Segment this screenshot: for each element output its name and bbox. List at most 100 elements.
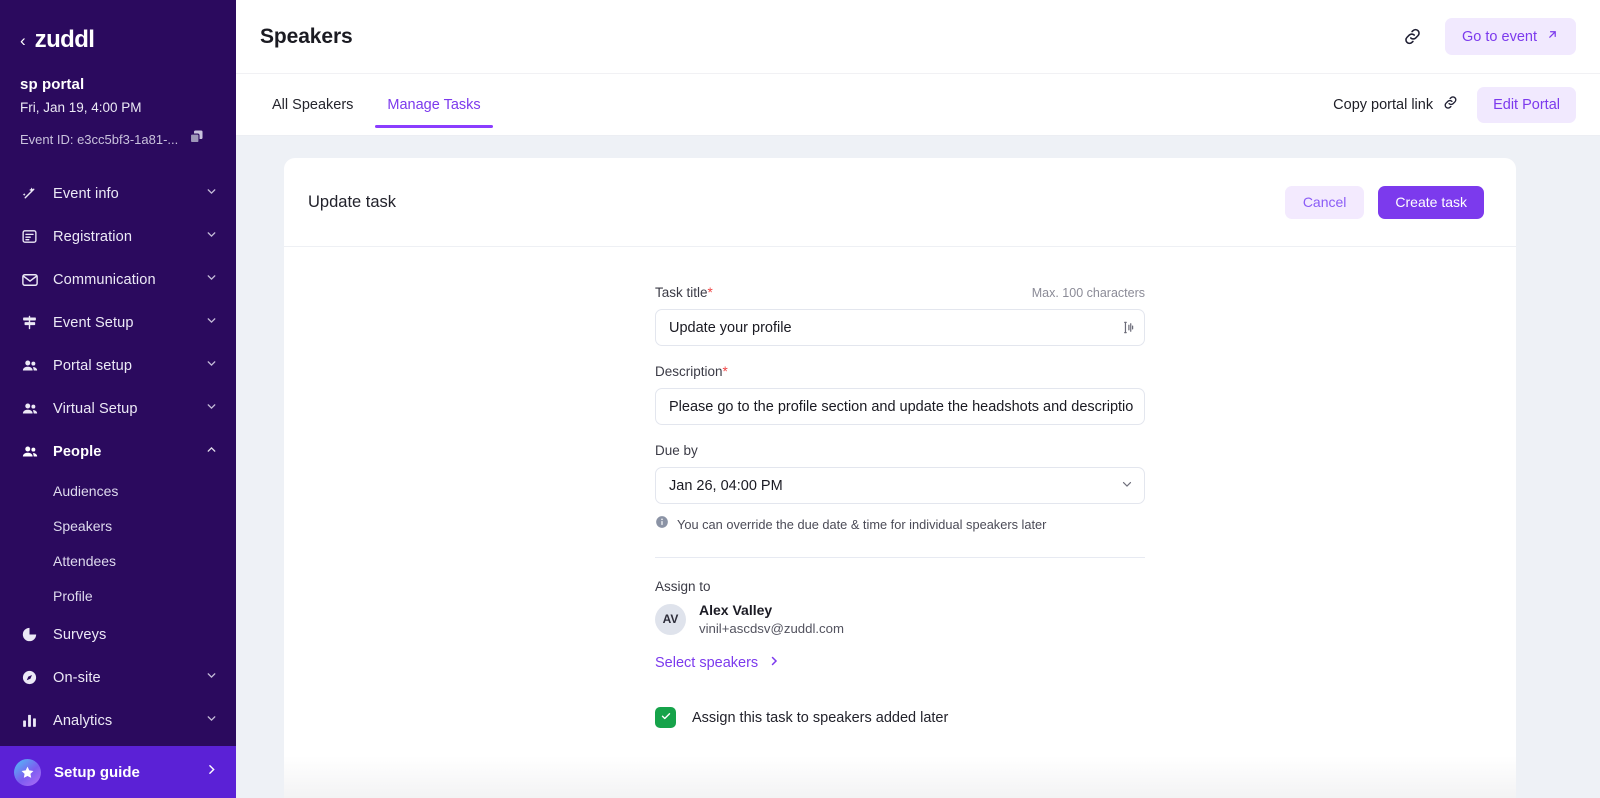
tab-label: All Speakers	[272, 96, 354, 113]
task-title-input[interactable]: Update your profile	[655, 309, 1145, 346]
task-title-label-row: Task title * Max. 100 characters	[655, 285, 1145, 300]
due-by-help-text: You can override the due date & time for…	[677, 517, 1047, 532]
event-summary: sp portal Fri, Jan 19, 4:00 PM Event ID:…	[0, 54, 236, 150]
select-speakers-label: Select speakers	[655, 655, 759, 671]
copy-icon[interactable]	[188, 128, 205, 150]
chevron-up-icon[interactable]	[205, 443, 218, 461]
sidebar-item-label: Communication	[53, 271, 156, 288]
tab-label: Manage Tasks	[387, 96, 481, 113]
assign-later-label: Assign this task to speakers added later	[692, 709, 949, 726]
sidebar-item-people[interactable]: People	[0, 430, 236, 473]
sidebar-item-label: Portal setup	[53, 357, 133, 374]
event-id-row: Event ID: e3cc5bf3-1a81-...	[20, 128, 220, 150]
description-value: Please go to the profile section and upd…	[669, 398, 1134, 415]
field-assign-to: Assign to AV Alex Valley vinil+ascdsv@zu…	[655, 579, 1145, 671]
form-divider	[655, 557, 1145, 558]
main-area: Speakers Go to event All Speakers Manage…	[236, 0, 1600, 798]
chevron-down-icon[interactable]	[1120, 477, 1134, 495]
signpost-icon	[20, 314, 39, 331]
sidebar-item-virtual-setup[interactable]: Virtual Setup	[0, 387, 236, 430]
sidebar-item-profile[interactable]: Profile	[0, 578, 236, 613]
select-speakers-link[interactable]: Select speakers	[655, 655, 1145, 671]
content-area: Update task Cancel Create task Task titl…	[236, 136, 1600, 798]
person-details: Alex Valley vinil+ascdsv@zuddl.com	[699, 602, 844, 636]
top-bar-actions: Go to event	[1402, 18, 1576, 55]
chevron-down-icon[interactable]	[205, 712, 218, 730]
link-icon	[1442, 94, 1459, 115]
assigned-person-row: AV Alex Valley vinil+ascdsv@zuddl.com	[655, 602, 1145, 636]
go-to-event-button[interactable]: Go to event	[1445, 18, 1576, 55]
tab-bar-actions: Copy portal link Edit Portal	[1333, 86, 1576, 123]
sidebar-item-registration[interactable]: Registration	[0, 215, 236, 258]
assign-later-row: Assign this task to speakers added later	[655, 707, 1145, 728]
sidebar-subitem-label: Attendees	[53, 552, 117, 569]
due-by-value: Jan 26, 04:00 PM	[669, 477, 783, 494]
sidebar-item-event-setup[interactable]: Event Setup	[0, 301, 236, 344]
brand-row[interactable]: ‹ zuddl	[0, 0, 236, 54]
event-id-label: Event ID: e3cc5bf3-1a81-...	[20, 131, 179, 147]
copy-portal-link-label: Copy portal link	[1333, 96, 1434, 113]
cancel-button[interactable]: Cancel	[1284, 185, 1365, 219]
people-icon	[20, 443, 39, 461]
chevron-down-icon[interactable]	[205, 185, 218, 203]
sidebar-item-speakers[interactable]: Speakers	[0, 508, 236, 543]
top-bar: Speakers Go to event	[236, 0, 1600, 74]
link-icon[interactable]	[1402, 26, 1423, 47]
due-by-label: Due by	[655, 443, 698, 458]
chevron-down-icon[interactable]	[205, 669, 218, 687]
card-header: Update task Cancel Create task	[284, 158, 1516, 247]
sidebar-item-attendees[interactable]: Attendees	[0, 543, 236, 578]
sidebar-item-label: Analytics	[53, 712, 113, 729]
sidebar-item-label: Event Setup	[53, 314, 134, 331]
sidebar-item-portal-setup[interactable]: Portal setup	[0, 344, 236, 387]
tab-all-speakers[interactable]: All Speakers	[260, 74, 365, 136]
description-input[interactable]: Please go to the profile section and upd…	[655, 388, 1145, 425]
field-due-by: Due by Jan 26, 04:00 PM You can override…	[655, 443, 1145, 534]
setup-guide-button[interactable]: Setup guide	[0, 746, 236, 798]
sidebar-nav: Event info Registration Communication Ev…	[0, 172, 236, 742]
sidebar-item-on-site[interactable]: On-site	[0, 656, 236, 699]
copy-portal-link-button[interactable]: Copy portal link	[1333, 94, 1459, 115]
due-by-select[interactable]: Jan 26, 04:00 PM	[655, 467, 1145, 504]
chevron-right-icon	[768, 655, 780, 671]
required-marker: *	[707, 285, 713, 300]
chevron-right-icon[interactable]	[205, 763, 218, 781]
task-title-label: Task title	[655, 285, 708, 300]
sidebar-item-label: Virtual Setup	[53, 400, 138, 417]
description-label: Description	[655, 364, 723, 379]
sidebar-item-communication[interactable]: Communication	[0, 258, 236, 301]
field-description: Description * Please go to the profile s…	[655, 364, 1145, 425]
form-icon	[20, 228, 39, 245]
sidebar-item-analytics[interactable]: Analytics	[0, 699, 236, 742]
wand-icon	[20, 185, 39, 202]
person-email: vinil+ascdsv@zuddl.com	[699, 621, 844, 636]
sidebar-item-surveys[interactable]: Surveys	[0, 613, 236, 656]
chevron-left-icon[interactable]: ‹	[20, 32, 26, 49]
bar-chart-icon	[20, 712, 39, 729]
arrow-up-right-icon	[1546, 28, 1559, 45]
people-icon	[20, 357, 39, 375]
chevron-down-icon[interactable]	[205, 400, 218, 418]
tab-manage-tasks[interactable]: Manage Tasks	[375, 74, 493, 136]
tabs: All Speakers Manage Tasks	[260, 74, 493, 136]
sidebar-item-event-info[interactable]: Event info	[0, 172, 236, 215]
tab-bar: All Speakers Manage Tasks Copy portal li…	[236, 74, 1600, 136]
assign-later-checkbox[interactable]	[655, 707, 676, 728]
chevron-down-icon[interactable]	[205, 271, 218, 289]
due-by-help-row: You can override the due date & time for…	[655, 515, 1145, 534]
sidebar-subitem-label: Profile	[53, 587, 93, 604]
sidebar-item-label: On-site	[53, 669, 101, 686]
event-name: sp portal	[20, 76, 85, 93]
zuddl-logo: zuddl	[34, 26, 95, 53]
sidebar-item-label: Registration	[53, 228, 133, 245]
chevron-down-icon[interactable]	[205, 228, 218, 246]
setup-guide-label: Setup guide	[54, 763, 140, 781]
chevron-down-icon[interactable]	[205, 314, 218, 332]
task-title-hint: Max. 100 characters	[1031, 286, 1145, 300]
sidebar-item-label: Surveys	[53, 626, 107, 643]
edit-portal-button[interactable]: Edit Portal	[1477, 86, 1576, 123]
app-root: ‹ zuddl sp portal Fri, Jan 19, 4:00 PM E…	[0, 0, 1600, 798]
sidebar-item-audiences[interactable]: Audiences	[0, 473, 236, 508]
create-task-button[interactable]: Create task	[1378, 185, 1484, 219]
chevron-down-icon[interactable]	[205, 357, 218, 375]
